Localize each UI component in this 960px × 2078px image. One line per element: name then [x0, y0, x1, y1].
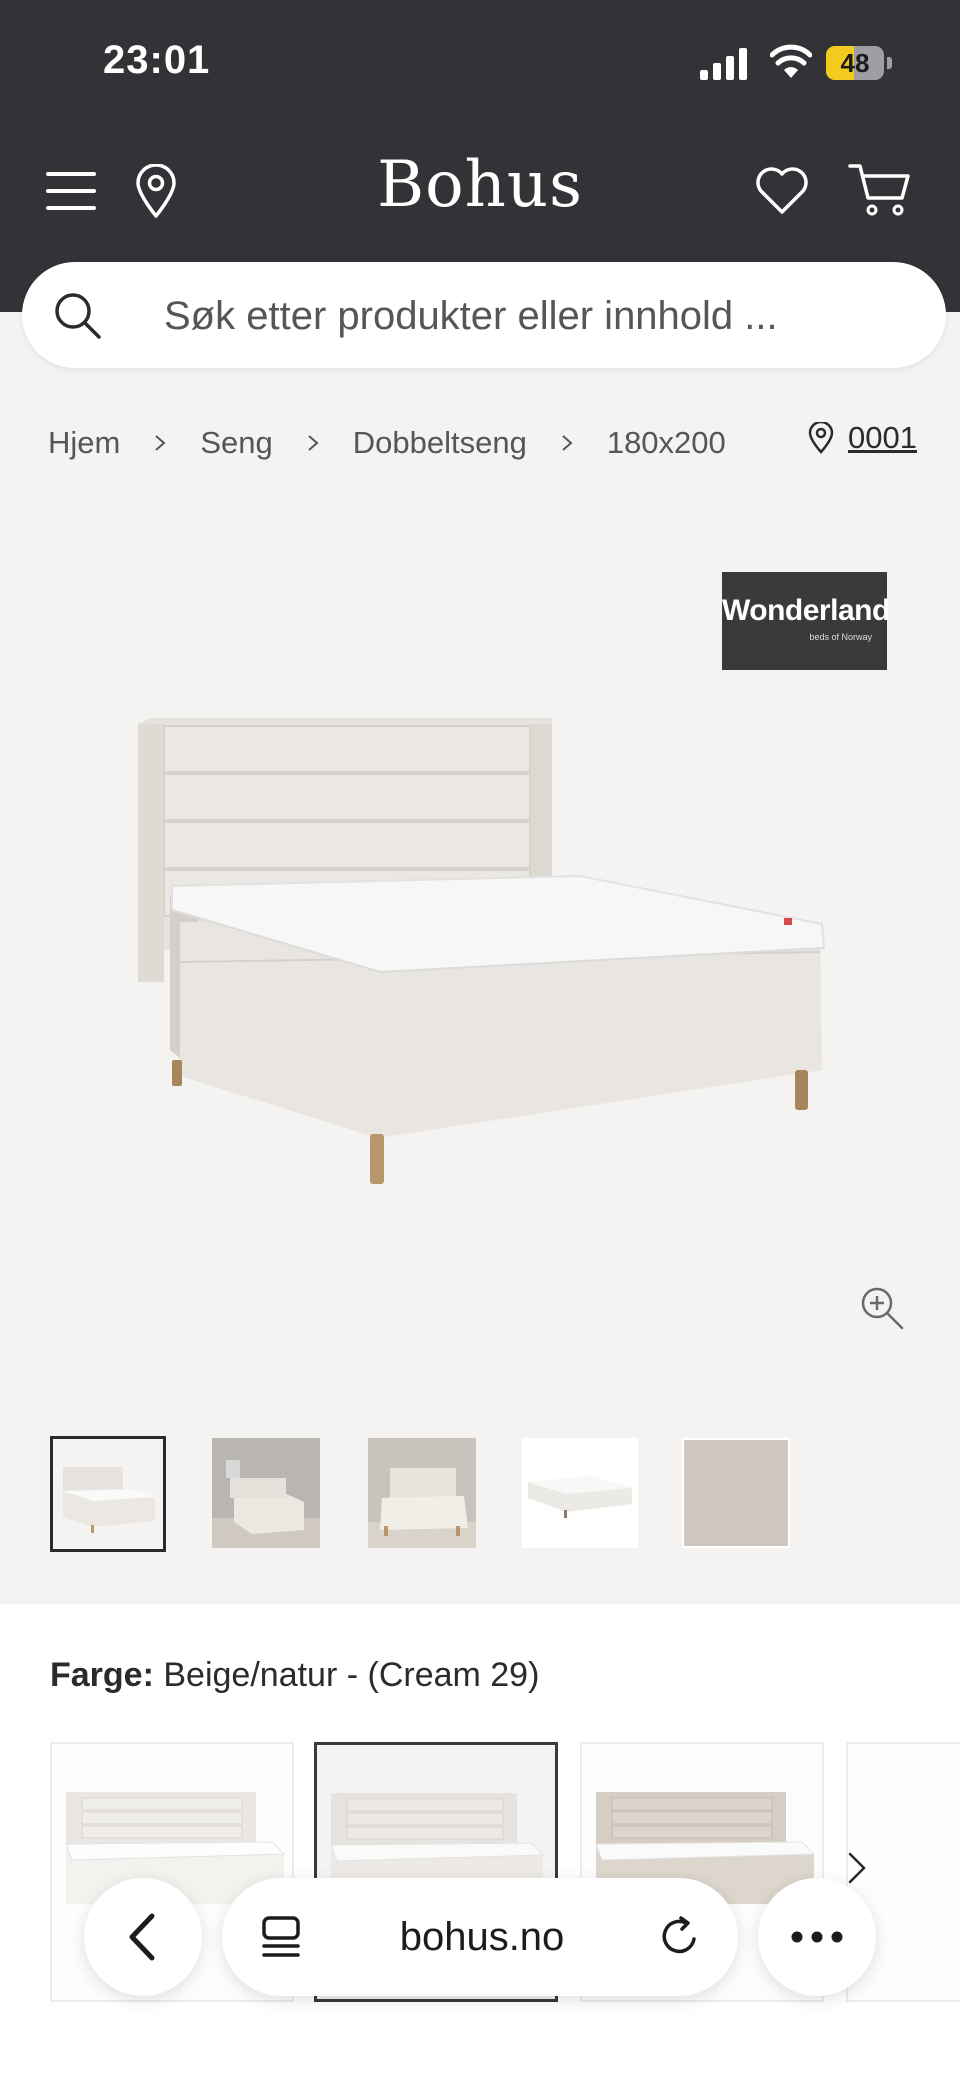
- cellular-signal-icon: [700, 48, 747, 80]
- search-icon: [55, 293, 101, 339]
- brand-logo: Wonderland beds of Norway: [722, 572, 890, 670]
- chevron-right-icon[interactable]: [838, 1850, 874, 1886]
- reload-icon[interactable]: [656, 1914, 702, 1960]
- zoom-in-icon[interactable]: [858, 1284, 906, 1332]
- tabs-icon[interactable]: [258, 1914, 304, 1960]
- cart-icon[interactable]: [848, 162, 910, 218]
- breadcrumb: Hjem Seng Dobbeltseng 180x200: [48, 420, 726, 466]
- thumbnail-room-image: [368, 1438, 476, 1548]
- brand-name: Wonderland: [722, 594, 890, 627]
- store-number[interactable]: 0001: [848, 420, 917, 456]
- browser-back-button[interactable]: [84, 1878, 202, 1996]
- thumbnail-1[interactable]: [50, 1436, 166, 1552]
- status-time: 23:01: [103, 38, 211, 82]
- browser-address-bar[interactable]: bohus.no: [222, 1878, 738, 1996]
- heart-icon[interactable]: [754, 164, 810, 216]
- thumbnail-room-image: [212, 1438, 320, 1548]
- chevron-right-icon: [155, 435, 166, 451]
- breadcrumb-seng[interactable]: Seng: [200, 425, 272, 461]
- store-selector[interactable]: 0001: [808, 420, 917, 456]
- fabric-swatch: [684, 1440, 788, 1546]
- thumbnail-3[interactable]: [368, 1438, 476, 1548]
- thumbnail-bed-image: [53, 1439, 163, 1549]
- breadcrumb-size[interactable]: 180x200: [607, 425, 726, 461]
- battery-level: 48: [840, 48, 870, 78]
- thumbnail-2[interactable]: [212, 1438, 320, 1548]
- thumbnail-bed-image: [522, 1438, 638, 1548]
- color-label: Farge: Beige/natur - (Cream 29): [50, 1656, 539, 1695]
- search-input[interactable]: [162, 288, 886, 344]
- location-pin-icon[interactable]: [134, 164, 178, 218]
- location-pin-icon: [808, 422, 834, 454]
- battery-icon: 48: [826, 46, 892, 80]
- chevron-right-icon: [562, 435, 573, 451]
- wifi-icon: [770, 44, 812, 78]
- url-text[interactable]: bohus.no: [342, 1878, 622, 1996]
- chevron-left-icon: [129, 1913, 155, 1961]
- breadcrumb-dobbeltseng[interactable]: Dobbeltseng: [353, 425, 527, 461]
- product-image[interactable]: [120, 700, 840, 1200]
- more-icon: [791, 1931, 843, 1943]
- thumbnail-5[interactable]: [682, 1438, 790, 1548]
- bohus-logo[interactable]: Bohus: [330, 148, 630, 222]
- thumbnail-4[interactable]: [522, 1438, 638, 1548]
- chevron-right-icon: [308, 435, 319, 451]
- menu-icon[interactable]: [46, 170, 98, 212]
- brand-tagline: beds of Norway: [809, 632, 872, 642]
- search-bar[interactable]: [22, 262, 946, 368]
- more-options-button[interactable]: [758, 1878, 876, 1996]
- color-value: Beige/natur - (Cream 29): [163, 1656, 540, 1694]
- color-label-title: Farge:: [50, 1656, 154, 1694]
- breadcrumb-home[interactable]: Hjem: [48, 425, 120, 461]
